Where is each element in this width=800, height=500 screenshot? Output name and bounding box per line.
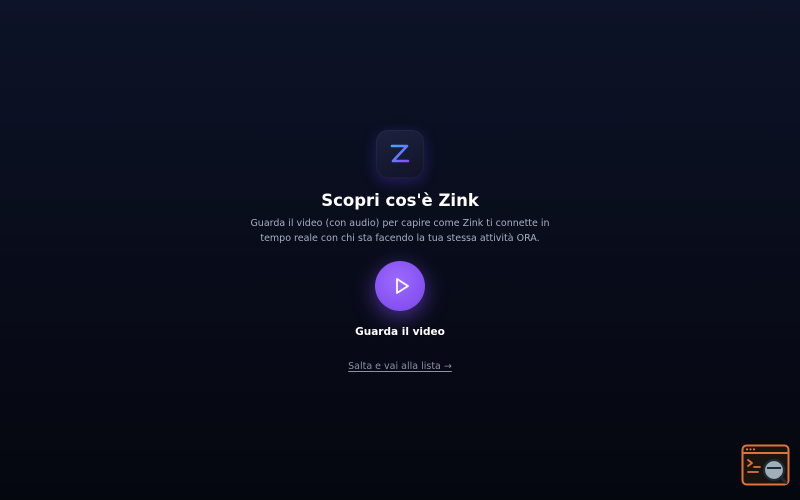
inspect-widget-button[interactable] [741, 444, 790, 486]
play-icon [389, 276, 412, 296]
intro-description-line-1: Guarda il video (con audio) per capire c… [250, 218, 550, 229]
intro-screen: Scopri cos'è Zink Guarda il video (con a… [0, 0, 800, 500]
zink-z-logo-icon [385, 139, 415, 169]
app-logo [376, 130, 424, 178]
intro-description: Guarda il video (con audio) per capire c… [250, 216, 550, 246]
play-video-button[interactable] [375, 261, 425, 311]
inspect-console-icon [741, 444, 790, 486]
intro-description-line-2: tempo reale con chi sta facendo la tua s… [260, 233, 540, 244]
skip-to-list-link[interactable]: Salta e vai alla lista → [348, 361, 452, 372]
page-title: Scopri cos'è Zink [321, 191, 479, 210]
play-video-label[interactable]: Guarda il video [0, 325, 800, 339]
